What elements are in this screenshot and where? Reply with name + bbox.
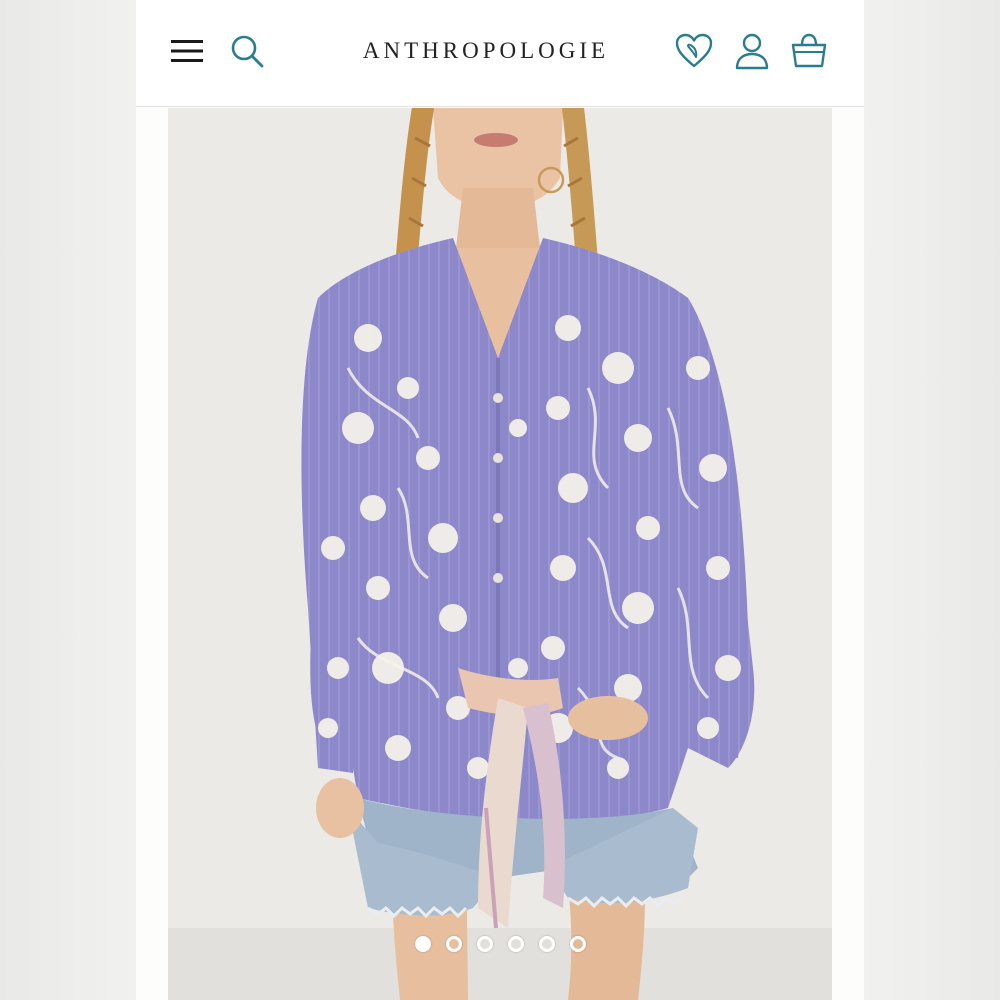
- heart-icon: [675, 33, 713, 68]
- product-image[interactable]: [168, 108, 832, 1000]
- search-icon: [231, 35, 264, 68]
- backdrop-right: [864, 0, 1000, 1000]
- carousel-dot-5[interactable]: [538, 936, 555, 952]
- carousel-dot-3[interactable]: [476, 936, 493, 952]
- hamburger-menu-icon: [171, 40, 203, 62]
- account-button[interactable]: [731, 30, 773, 72]
- mobile-screen: ANTHROPOLOGIE: [136, 0, 864, 1000]
- backdrop-left: [0, 0, 136, 1000]
- carousel-dot-4[interactable]: [507, 936, 524, 952]
- carousel-dot-1[interactable]: [414, 936, 431, 952]
- brand-logo[interactable]: ANTHROPOLOGIE: [296, 34, 676, 68]
- wishlist-button[interactable]: [673, 30, 715, 72]
- model-photo: [168, 108, 832, 1000]
- bag-button[interactable]: [788, 30, 830, 72]
- shopping-bag-icon: [791, 33, 827, 68]
- carousel-pagination: [168, 936, 832, 960]
- site-header: ANTHROPOLOGIE: [136, 0, 864, 107]
- carousel-dot-2[interactable]: [445, 936, 462, 952]
- menu-button[interactable]: [166, 30, 208, 72]
- user-icon: [735, 33, 769, 70]
- search-button[interactable]: [226, 30, 268, 72]
- carousel-dot-6[interactable]: [569, 936, 586, 952]
